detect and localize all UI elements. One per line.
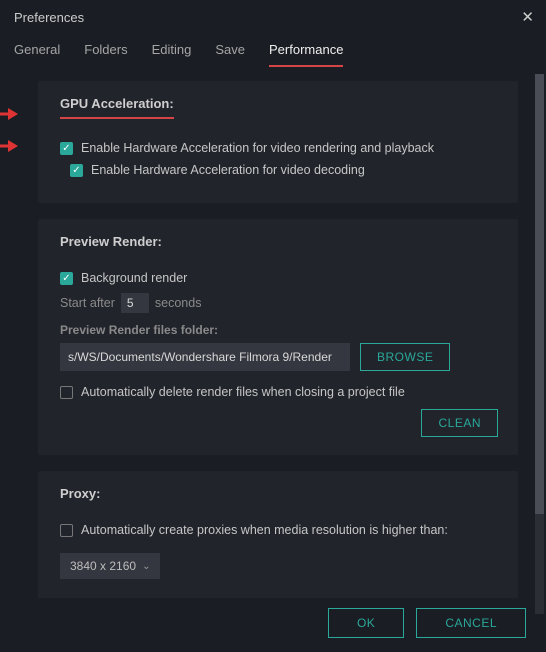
dropdown-proxy-resolution[interactable]: 3840 x 2160 ⌄	[60, 553, 160, 579]
label-hw-decoding: Enable Hardware Acceleration for video d…	[91, 163, 365, 177]
row-hw-rendering: ✓ Enable Hardware Acceleration for video…	[60, 141, 500, 155]
row-render-folder: BROWSE	[60, 343, 500, 371]
tab-editing[interactable]: Editing	[152, 42, 192, 67]
titlebar: Preferences ✕	[0, 0, 546, 32]
dialog-footer: OK CANCEL	[0, 598, 546, 652]
tabs: General Folders Editing Save Performance	[0, 32, 546, 67]
gpu-section-title: GPU Acceleration:	[60, 96, 174, 119]
checkbox-hw-decoding[interactable]: ✓	[70, 164, 83, 177]
preferences-dialog: Preferences ✕ General Folders Editing Sa…	[0, 0, 546, 652]
input-render-folder[interactable]	[60, 343, 350, 371]
label-auto-delete: Automatically delete render files when c…	[81, 385, 405, 399]
annotation-arrow-icon	[0, 107, 18, 119]
annotation-arrow-icon	[0, 139, 18, 151]
label-start-after-post: seconds	[155, 296, 202, 310]
label-proxy-location: Proxy location:	[60, 597, 500, 598]
row-auto-proxy: Automatically create proxies when media …	[60, 523, 500, 537]
close-icon[interactable]: ✕	[521, 8, 534, 26]
row-hw-decoding: ✓ Enable Hardware Acceleration for video…	[60, 163, 500, 177]
section-preview-render: Preview Render: ✓ Background render Star…	[38, 219, 518, 455]
dialog-title: Preferences	[14, 10, 84, 25]
tab-save[interactable]: Save	[215, 42, 245, 67]
row-clean: CLEAN	[60, 409, 500, 437]
proxy-section-title: Proxy:	[60, 486, 100, 501]
section-gpu: GPU Acceleration: ✓ Enable Hardware Acce…	[38, 81, 518, 203]
browse-render-button[interactable]: BROWSE	[360, 343, 450, 371]
content-area: GPU Acceleration: ✓ Enable Hardware Acce…	[0, 67, 546, 598]
tab-general[interactable]: General	[14, 42, 60, 67]
ok-button[interactable]: OK	[328, 608, 404, 638]
checkbox-auto-proxy[interactable]	[60, 524, 73, 537]
checkbox-hw-rendering[interactable]: ✓	[60, 142, 73, 155]
chevron-down-icon: ⌄	[142, 561, 150, 572]
checkbox-auto-delete[interactable]	[60, 386, 73, 399]
input-start-after[interactable]	[121, 293, 149, 313]
row-start-after: Start after seconds	[60, 293, 500, 313]
checkbox-bg-render[interactable]: ✓	[60, 272, 73, 285]
label-hw-rendering: Enable Hardware Acceleration for video r…	[81, 141, 434, 155]
row-auto-delete: Automatically delete render files when c…	[60, 385, 500, 399]
tab-folders[interactable]: Folders	[84, 42, 127, 67]
dropdown-proxy-value: 3840 x 2160	[70, 559, 136, 573]
label-auto-proxy: Automatically create proxies when media …	[81, 523, 448, 537]
preview-section-title: Preview Render:	[60, 234, 162, 249]
label-render-folder: Preview Render files folder:	[60, 323, 500, 337]
row-bg-render: ✓ Background render	[60, 271, 500, 285]
tab-performance[interactable]: Performance	[269, 42, 343, 67]
label-start-after-pre: Start after	[60, 296, 115, 310]
scrollbar-thumb[interactable]	[535, 74, 544, 514]
label-bg-render: Background render	[81, 271, 187, 285]
cancel-button[interactable]: CANCEL	[416, 608, 526, 638]
section-proxy: Proxy: Automatically create proxies when…	[38, 471, 518, 598]
clean-button[interactable]: CLEAN	[421, 409, 498, 437]
